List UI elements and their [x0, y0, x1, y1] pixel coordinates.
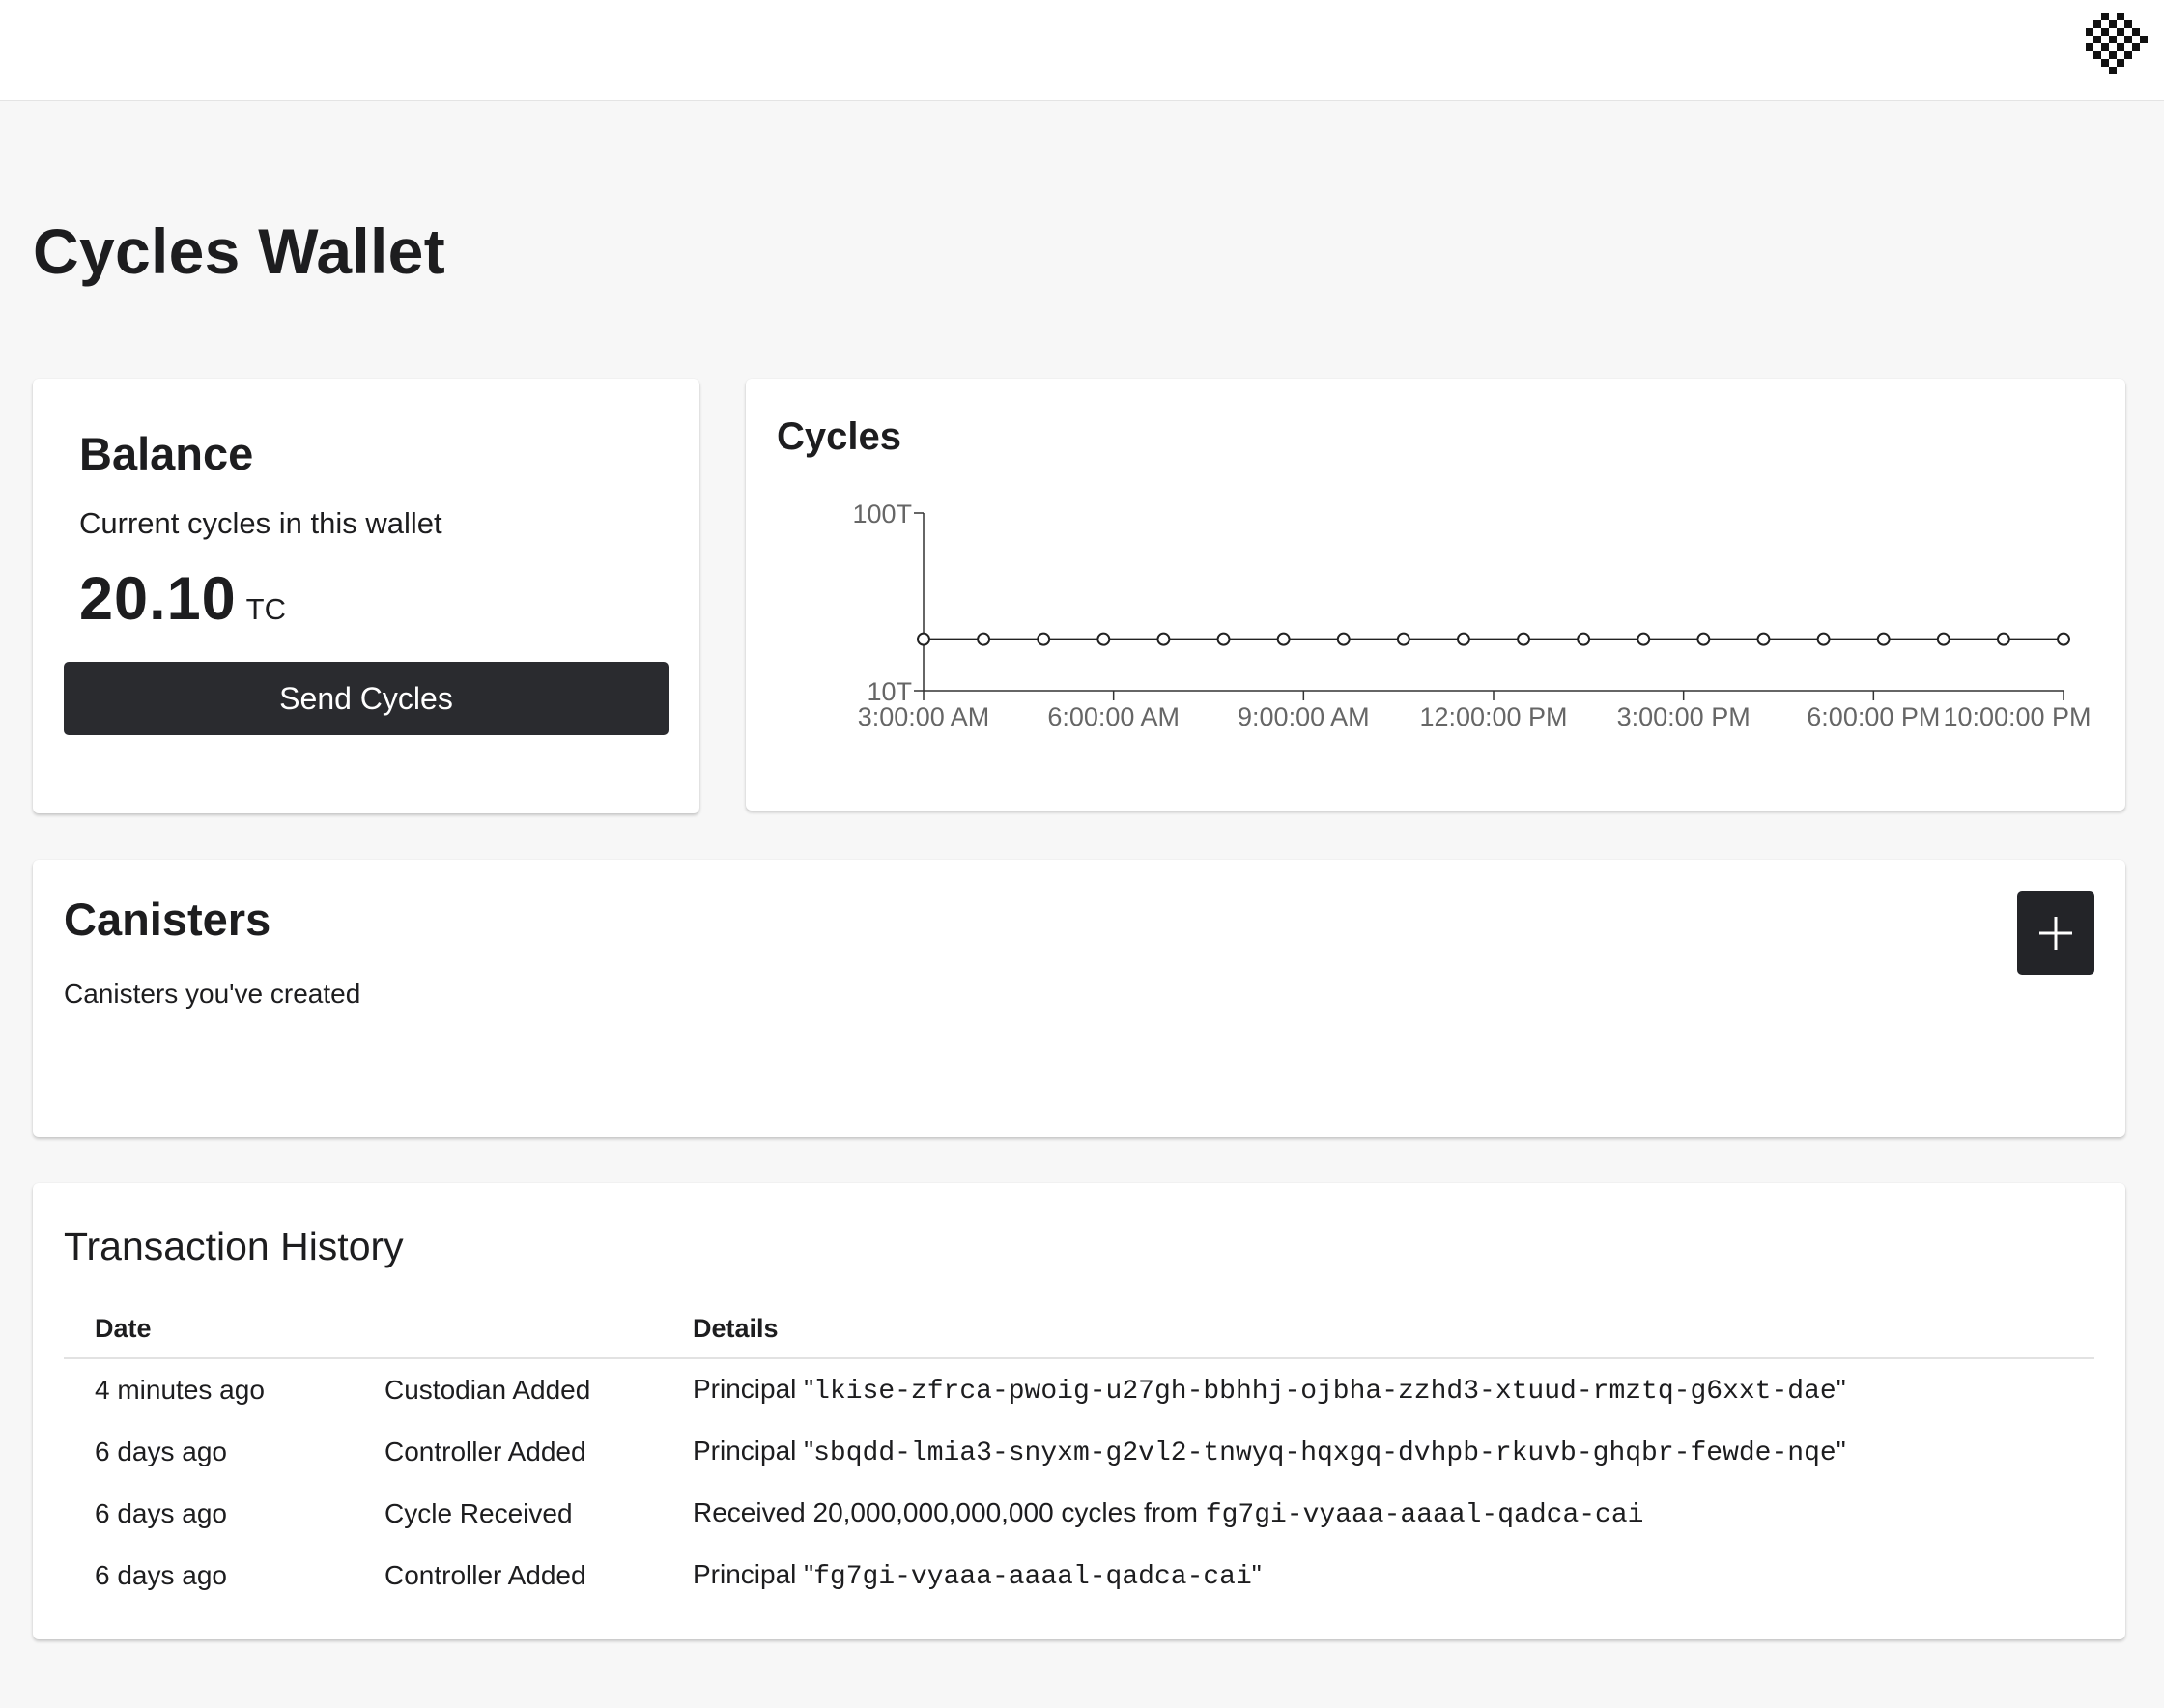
x-tick-label: 6:00:00 AM: [1047, 702, 1180, 731]
column-header-date: Date: [64, 1299, 384, 1359]
details-suffix: ": [1836, 1374, 1846, 1404]
table-row: 4 minutes ago Custodian Added Principal …: [64, 1358, 2094, 1421]
balance-subtitle: Current cycles in this wallet: [79, 506, 442, 540]
row-date: 6 days ago: [95, 1560, 227, 1590]
row-date: 6 days ago: [95, 1437, 227, 1466]
data-point: [1816, 632, 1831, 646]
x-tick-label: 3:00:00 PM: [1617, 702, 1751, 731]
data-point: [1156, 632, 1171, 646]
canisters-card: Canisters Canisters you've created: [33, 860, 2125, 1137]
row-details: Principal "lkise-zfrca-pwoig-u27gh-bbhhj…: [693, 1358, 2094, 1421]
row-date: 4 minutes ago: [95, 1375, 265, 1405]
row-details: Received 20,000,000,000,000 cycles from …: [693, 1483, 2094, 1545]
x-tick-label: 12:00:00 PM: [1419, 702, 1567, 731]
data-point: [1637, 632, 1651, 646]
details-suffix: ": [1251, 1559, 1262, 1589]
x-tick-label: 6:00:00 PM: [1807, 702, 1940, 731]
canisters-subtitle: Canisters you've created: [64, 979, 361, 1009]
row-type: Cycle Received: [384, 1498, 573, 1528]
data-point: [1336, 632, 1351, 646]
data-point: [1756, 632, 1771, 646]
x-tick-label: 10:00:00 PM: [1943, 702, 2091, 731]
canisters-title: Canisters: [64, 894, 271, 945]
details-prefix: Principal ": [693, 1374, 814, 1404]
user-avatar-icon[interactable]: [2086, 13, 2148, 74]
data-point: [917, 632, 930, 646]
balance-value: 20.10: [79, 565, 237, 633]
transaction-table: Date Details 4 minutes ago Custodian Add…: [64, 1299, 2094, 1607]
balance-title: Balance: [79, 428, 254, 479]
details-prefix: Principal ": [693, 1436, 814, 1466]
principal-id: sbqdd-lmia3-snyxm-g2vl2-tnwyq-hqxgq-dvhp…: [813, 1438, 1837, 1468]
column-header-type: [384, 1299, 693, 1359]
row-type: Custodian Added: [384, 1375, 591, 1405]
data-point: [1876, 632, 1891, 646]
principal-id: fg7gi-vyaaa-aaaal-qadca-cai: [1205, 1500, 1644, 1530]
table-row: 6 days ago Controller Added Principal "f…: [64, 1545, 2094, 1607]
data-point: [1037, 632, 1051, 646]
row-details: Principal "fg7gi-vyaaa-aaaal-qadca-cai": [693, 1545, 2094, 1607]
page-title: Cycles Wallet: [33, 215, 445, 287]
data-point: [1936, 632, 1950, 646]
top-bar: [0, 0, 2164, 101]
y-tick-label: 100T: [852, 499, 912, 528]
x-tick-label: 9:00:00 AM: [1238, 702, 1370, 731]
table-header-row: Date Details: [64, 1299, 2094, 1359]
details-prefix: Principal ": [693, 1559, 814, 1589]
data-point: [1996, 632, 2010, 646]
data-point: [1276, 632, 1291, 646]
balance-amount: 20.10 TC: [79, 564, 286, 634]
transaction-history-title: Transaction History: [64, 1224, 404, 1268]
data-point: [1456, 632, 1470, 646]
balance-card: Balance Current cycles in this wallet 20…: [33, 379, 699, 813]
row-type: Controller Added: [384, 1560, 586, 1590]
table-row: 6 days ago Controller Added Principal "s…: [64, 1421, 2094, 1483]
column-header-details: Details: [693, 1299, 2094, 1359]
details-suffix: ": [1836, 1436, 1846, 1466]
add-canister-button[interactable]: [2017, 891, 2094, 975]
data-point: [1096, 632, 1111, 646]
transaction-history-card: Transaction History Date Details 4 minut…: [33, 1183, 2125, 1639]
plus-icon: [2039, 916, 2072, 950]
data-point: [1396, 632, 1410, 646]
row-type: Controller Added: [384, 1437, 586, 1466]
table-row: 6 days ago Cycle Received Received 20,00…: [64, 1483, 2094, 1545]
details-prefix: Received 20,000,000,000,000 cycles from: [693, 1497, 1206, 1527]
data-point: [1577, 632, 1591, 646]
data-point: [1216, 632, 1231, 646]
data-point: [2057, 632, 2070, 646]
row-date: 6 days ago: [95, 1498, 227, 1528]
x-tick-label: 3:00:00 AM: [858, 702, 990, 731]
cycles-chart: 10T100T3:00:00 AM 6:00:00 AM 9:00:00 AM 12:…: [852, 499, 2091, 731]
cycles-chart-card: Cycles 10T 100T 3:00:00 AM 6:00:00 AM 9:00:0…: [746, 379, 2125, 811]
data-point: [977, 632, 991, 646]
data-point: [1517, 632, 1531, 646]
balance-unit: TC: [245, 592, 286, 626]
row-details: Principal "sbqdd-lmia3-snyxm-g2vl2-tnwyq…: [693, 1421, 2094, 1483]
principal-id: fg7gi-vyaaa-aaaal-qadca-cai: [813, 1562, 1252, 1592]
principal-id: lkise-zfrca-pwoig-u27gh-bbhhj-ojbha-zzhd…: [813, 1377, 1837, 1407]
send-cycles-button[interactable]: Send Cycles: [64, 662, 669, 735]
data-point: [1696, 632, 1711, 646]
